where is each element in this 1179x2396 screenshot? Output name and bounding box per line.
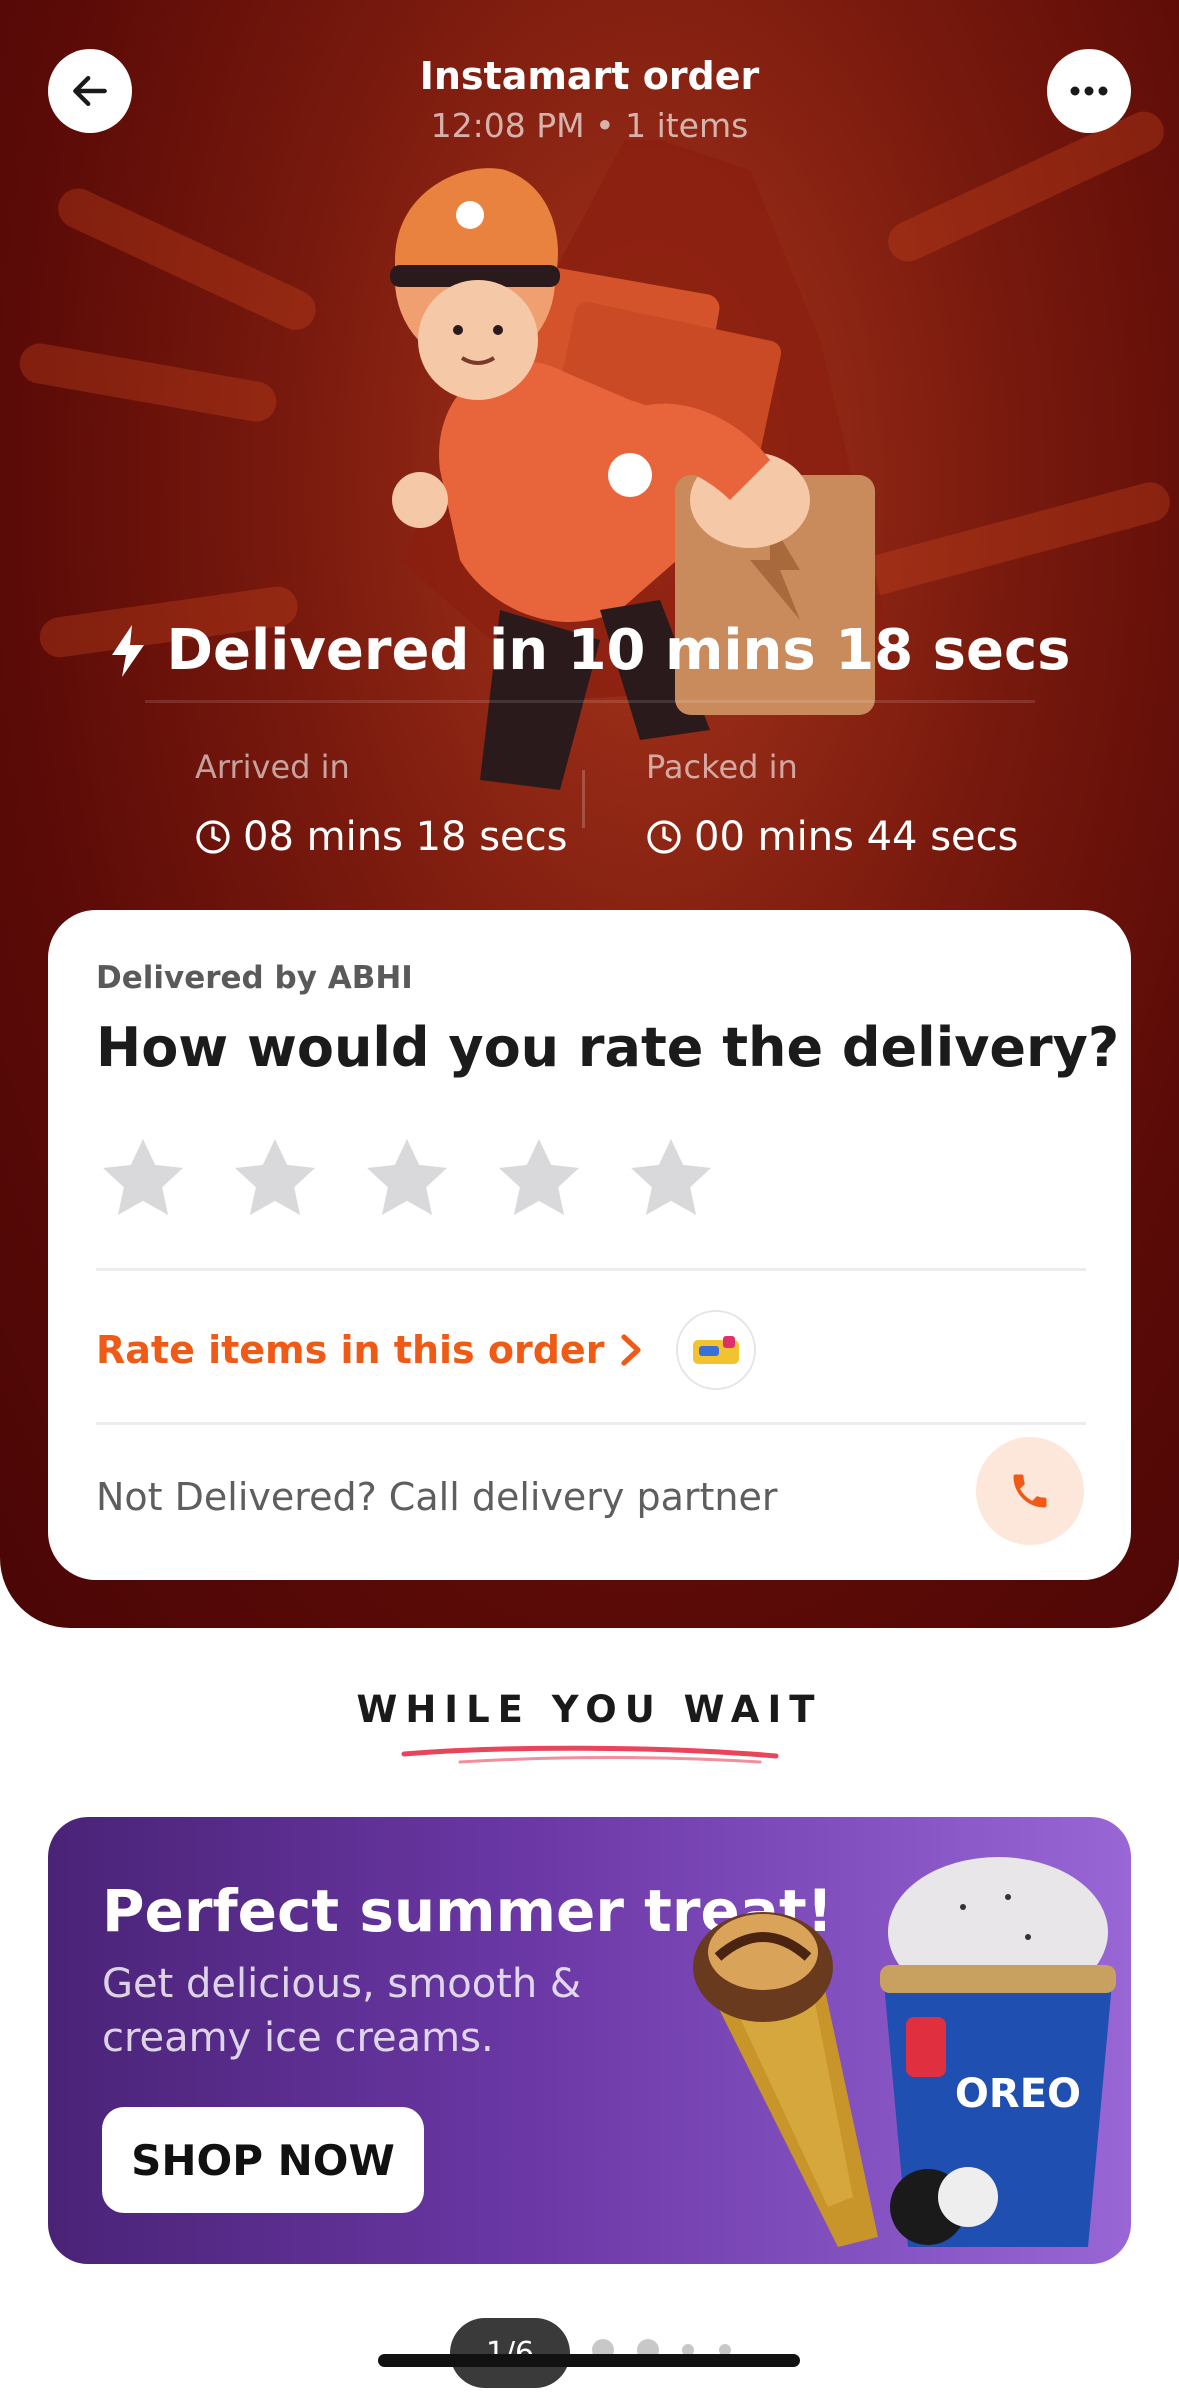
product-icon: [693, 1336, 740, 1364]
star-icon[interactable]: [228, 1132, 322, 1226]
rate-items-link[interactable]: Rate items in this order: [96, 1310, 757, 1390]
delivered-by: Delivered by ABHI: [96, 960, 413, 996]
divider: [145, 700, 1035, 703]
carousel-page-indicator: 1/6: [450, 2318, 570, 2388]
divider: [96, 1422, 1086, 1425]
item-thumbnail[interactable]: [676, 1310, 757, 1390]
not-delivered-text: Not Delivered? Call delivery partner: [96, 1475, 778, 1519]
page-title: Instamart order: [419, 54, 760, 98]
arrived-label: Arrived in: [195, 748, 350, 786]
phone-icon: [1013, 1474, 1047, 1508]
packed-value-row: 00 mins 44 secs: [646, 814, 1019, 860]
arrived-stat: Arrived in 08 mins 18 secs: [195, 748, 568, 860]
call-delivery-partner-button[interactable]: [976, 1437, 1084, 1545]
heading-underline: [401, 1745, 779, 1764]
rating-card: Delivered by ABHI How would you rate the…: [48, 910, 1131, 1580]
stat-separator: [582, 770, 585, 828]
star-icon[interactable]: [624, 1132, 718, 1226]
packed-stat: Packed in 00 mins 44 secs: [646, 748, 1019, 860]
arrived-value-row: 08 mins 18 secs: [195, 814, 568, 860]
packed-label: Packed in: [646, 748, 798, 786]
delivery-partner-illustration: [390, 140, 900, 790]
clock-icon: [196, 820, 230, 854]
product-label: OREO: [955, 2071, 1081, 2117]
star-rating: [96, 1132, 718, 1226]
delivered-text: Delivered in 10 mins 18 secs: [166, 618, 1071, 683]
lightning-icon: [112, 624, 145, 677]
clock-icon: [647, 820, 681, 854]
rating-question: How would you rate the delivery?: [96, 1016, 1120, 1079]
decor-ray: [16, 340, 280, 425]
order-status-hero: Instamart order 12:08 PM • 1 items Deliv…: [0, 0, 1179, 1628]
home-indicator: [378, 2354, 800, 2367]
shop-now-button[interactable]: SHOP NOW: [102, 2107, 424, 2213]
divider: [96, 1268, 1086, 1271]
decor-ray: [51, 181, 323, 337]
section-heading: WHILE YOU WAIT: [356, 1688, 823, 1731]
promo-banner[interactable]: Perfect summer treat! Get delicious, smo…: [48, 1817, 1131, 2264]
rate-items-label: Rate items in this order: [96, 1328, 605, 1372]
arrived-value: 08 mins 18 secs: [243, 814, 568, 860]
banner-subtitle: Get delicious, smooth & creamy ice cream…: [102, 1961, 582, 2061]
ice-cream-products-image: OREO: [693, 1857, 1116, 2247]
star-icon[interactable]: [96, 1132, 190, 1226]
star-icon[interactable]: [360, 1132, 454, 1226]
packed-value: 00 mins 44 secs: [694, 814, 1019, 860]
chevron-right-icon: [621, 1334, 642, 1366]
star-icon[interactable]: [492, 1132, 586, 1226]
delivery-time-summary: Delivered in 10 mins 18 secs: [0, 618, 1179, 683]
